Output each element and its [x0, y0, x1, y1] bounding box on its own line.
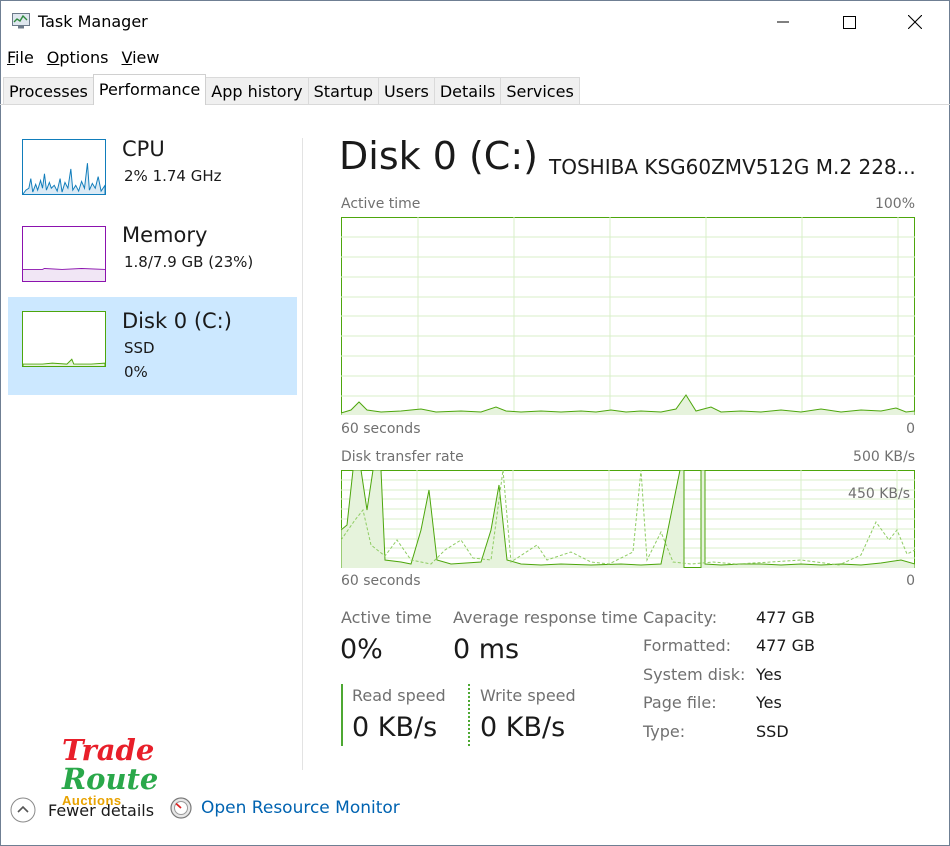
chart1-label: Active time	[341, 196, 421, 212]
type-value: SSD	[756, 722, 789, 741]
read-speed-indicator	[341, 684, 343, 746]
minimize-button[interactable]	[750, 0, 816, 44]
cpu-usage: 2% 1.74 GHz	[124, 167, 222, 185]
page-file-label: Page file:	[643, 693, 717, 712]
menu-options[interactable]: Options	[40, 46, 115, 70]
active-time-graph	[341, 217, 915, 415]
write-speed-value: 0 KB/s	[480, 712, 566, 743]
close-button[interactable]	[882, 0, 948, 44]
avg-response-label: Average response time	[453, 608, 638, 627]
cpu-thumbnail-graph	[22, 139, 106, 195]
chevron-up-icon	[10, 797, 36, 823]
cpu-title: CPU	[122, 137, 165, 161]
menu-view-rest: iew	[132, 48, 160, 67]
disk-title: Disk 0 (C:)	[122, 309, 232, 333]
memory-usage: 1.8/7.9 GB (23%)	[124, 253, 254, 271]
watermark-logo: Trade Route Auctions	[62, 733, 159, 808]
resource-monitor-icon	[170, 797, 192, 819]
sidebar-item-cpu[interactable]: CPU 2% 1.74 GHz	[8, 133, 297, 231]
maximize-button[interactable]	[816, 0, 882, 44]
menu-options-key: O	[46, 48, 60, 67]
memory-thumbnail-graph	[22, 226, 106, 282]
open-resource-monitor-link[interactable]: Open Resource Monitor	[170, 797, 400, 819]
read-speed-label: Read speed	[352, 686, 446, 705]
watermark-line3: Auctions	[62, 793, 122, 808]
write-speed-label: Write speed	[480, 686, 576, 705]
disk-transfer-rate-graph	[341, 470, 915, 568]
chart2-max: 500 KB/s	[853, 449, 915, 465]
sidebar: CPU 2% 1.74 GHz Memory 1.8/7.9 GB (23%) …	[0, 105, 302, 765]
window-title: Task Manager	[38, 12, 148, 31]
disk-usage: 0%	[124, 363, 148, 381]
write-speed-indicator	[468, 684, 470, 746]
disk-thumbnail-graph	[22, 311, 106, 367]
active-time-value: 0%	[340, 634, 383, 665]
menu-file[interactable]: File	[0, 46, 40, 70]
chart2-mid-scale: 450 KB/s	[848, 486, 910, 502]
memory-title: Memory	[122, 223, 208, 247]
system-disk-label: System disk:	[643, 665, 746, 684]
tab-app-history[interactable]: App history	[205, 77, 309, 105]
disk-model: TOSHIBA KSG60ZMV512G M.2 228...	[549, 155, 916, 179]
close-icon	[908, 15, 922, 29]
tab-details[interactable]: Details	[433, 77, 502, 105]
menu-options-rest: ptions	[59, 48, 109, 67]
formatted-value: 477 GB	[756, 636, 815, 655]
chart1-max: 100%	[874, 196, 915, 212]
system-disk-value: Yes	[756, 665, 782, 684]
maximize-icon	[842, 15, 856, 29]
avg-response-value: 0 ms	[453, 634, 520, 665]
capacity-value: 477 GB	[756, 608, 815, 627]
menu-bar: File Options View	[0, 46, 165, 70]
read-speed-value: 0 KB/s	[352, 712, 438, 743]
title-bar[interactable]: Task Manager	[0, 0, 950, 44]
page-title: Disk 0 (C:)	[339, 134, 538, 178]
menu-file-key: F	[7, 48, 16, 67]
capacity-label: Capacity:	[643, 608, 718, 627]
formatted-label: Formatted:	[643, 636, 732, 655]
page-file-value: Yes	[756, 693, 782, 712]
menu-file-rest: ile	[15, 48, 34, 67]
minimize-icon	[777, 21, 789, 23]
sidebar-item-disk[interactable]: Disk 0 (C:) SSD 0%	[8, 297, 297, 395]
chart2-time-left: 60 seconds	[341, 573, 421, 589]
chart1-time-right: 0	[906, 421, 915, 437]
tab-services[interactable]: Services	[500, 77, 580, 105]
chart2-label: Disk transfer rate	[341, 449, 464, 465]
tab-processes[interactable]: Processes	[3, 77, 94, 105]
tab-startup[interactable]: Startup	[307, 77, 380, 105]
chart1-time-left: 60 seconds	[341, 421, 421, 437]
chart2-time-right: 0	[906, 573, 915, 589]
tab-strip: Processes Performance App history Startu…	[3, 74, 580, 105]
menu-view-key: V	[121, 48, 133, 67]
tab-users[interactable]: Users	[378, 77, 435, 105]
menu-view[interactable]: View	[115, 46, 166, 70]
watermark-line2: Route	[62, 762, 159, 796]
pane-divider	[302, 138, 303, 770]
type-label: Type:	[643, 722, 686, 741]
active-time-label: Active time	[341, 608, 432, 627]
watermark-line1: Trade	[62, 733, 155, 767]
open-resource-monitor-label: Open Resource Monitor	[201, 798, 400, 818]
tab-performance[interactable]: Performance	[92, 74, 207, 105]
disk-type: SSD	[124, 339, 155, 357]
task-manager-icon	[12, 13, 30, 29]
